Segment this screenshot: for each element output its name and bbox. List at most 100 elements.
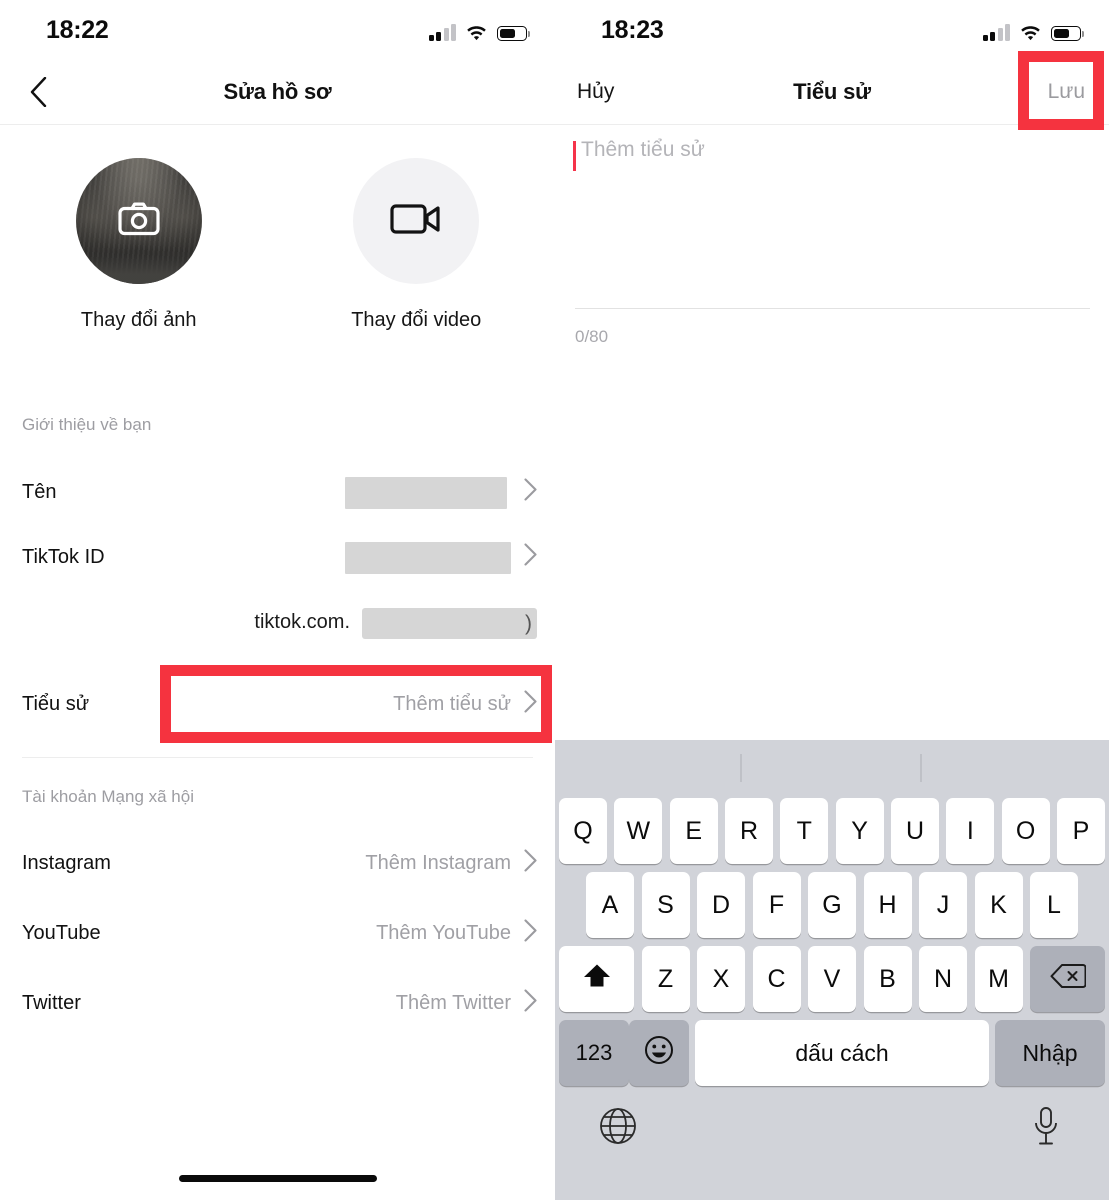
row-bio-label: Tiểu sử (22, 692, 90, 715)
status-icons (982, 17, 1084, 41)
key-p[interactable]: P (1056, 798, 1105, 864)
battery-icon (497, 26, 530, 41)
status-time: 18:22 (46, 16, 109, 44)
cellular-signal-icon (428, 24, 456, 41)
bio-placeholder: Thêm tiểu sử (581, 138, 705, 161)
row-name-value-redacted (345, 477, 507, 509)
camera-icon (118, 202, 160, 241)
section-divider (22, 757, 533, 758)
change-photo-button[interactable]: Thay đổi ảnh (0, 158, 278, 332)
row-twitter-value: Thêm Twitter (395, 991, 511, 1014)
chevron-right-icon (524, 989, 537, 1017)
wifi-icon (465, 24, 488, 41)
keyboard-row-1: Q W E R T Y U I O P (555, 798, 1109, 864)
chevron-right-icon (524, 478, 537, 506)
change-video-label: Thay đổi video (351, 309, 482, 331)
status-bar-right: 18:23 (555, 0, 1109, 58)
key-q[interactable]: Q (559, 798, 607, 864)
key-l[interactable]: L (1030, 872, 1078, 938)
key-k[interactable]: K (974, 872, 1023, 938)
chevron-right-icon (524, 849, 537, 877)
row-youtube-value: Thêm YouTube (376, 921, 511, 944)
keyboard-row-4: 123 dấu cách Nhập (555, 1020, 1109, 1086)
key-f[interactable]: F (752, 872, 801, 938)
predictive-divider (920, 754, 922, 782)
wifi-icon (1019, 24, 1042, 41)
section-label-about: Giới thiệu về bạn (22, 415, 152, 434)
key-z[interactable]: Z (641, 946, 690, 1012)
key-n[interactable]: N (919, 946, 967, 1012)
row-tiktok-id-label: TikTok ID (22, 545, 105, 568)
key-x[interactable]: X (697, 946, 745, 1012)
key-e[interactable]: E (669, 798, 718, 864)
shift-key[interactable] (559, 946, 634, 1012)
key-y[interactable]: Y (835, 798, 884, 864)
nav-bar-left: Sửa hồ sơ (0, 58, 555, 125)
bio-row-highlight (160, 665, 552, 743)
key-m[interactable]: M (974, 946, 1023, 1012)
key-b[interactable]: B (863, 946, 912, 1012)
home-indicator-left[interactable] (178, 1175, 377, 1182)
key-h[interactable]: H (863, 872, 912, 938)
key-t[interactable]: T (780, 798, 829, 864)
edit-profile-screen: 18:22 Sửa hồ sơ Thay đổi ảnh Thay đổi vi… (0, 0, 555, 1200)
keyboard-row-3: Z X C V B N M (555, 946, 1109, 1012)
row-instagram[interactable]: Instagram Thêm Instagram (0, 833, 555, 893)
key-w[interactable]: W (614, 798, 663, 864)
key-c[interactable]: C (752, 946, 801, 1012)
status-time: 18:23 (601, 16, 664, 44)
key-i[interactable]: I (946, 798, 995, 864)
video-circle[interactable] (353, 158, 480, 284)
profile-url-redacted (362, 608, 537, 639)
key-a[interactable]: A (586, 872, 634, 938)
emoji-key[interactable] (629, 1020, 689, 1086)
change-video-button[interactable]: Thay đổi video (278, 158, 556, 332)
status-icons (428, 17, 530, 41)
key-u[interactable]: U (890, 798, 939, 864)
numbers-key[interactable]: 123 (559, 1020, 629, 1086)
avatar-shade (75, 251, 202, 284)
screenshot-root: 18:22 Sửa hồ sơ Thay đổi ảnh Thay đổi vi… (0, 0, 1109, 1200)
row-youtube-label: YouTube (22, 921, 101, 944)
onscreen-keyboard: Q W E R T Y U I O P A S D F G H J K L Z … (555, 740, 1109, 1200)
key-d[interactable]: D (697, 872, 745, 938)
page-title: Sửa hồ sơ (223, 78, 332, 104)
profile-url-prefix: tiktok.com. (254, 611, 350, 633)
cellular-signal-icon (982, 24, 1010, 41)
bio-underline (575, 308, 1090, 309)
keyboard-bottom-bar (555, 1096, 1109, 1166)
dictation-mic-key[interactable] (1018, 1100, 1074, 1156)
predictive-text-bar[interactable] (555, 740, 1109, 792)
shift-arrow-up-icon (582, 962, 612, 997)
avatar[interactable] (75, 158, 202, 284)
microphone-icon (1031, 1106, 1061, 1151)
emoji-smiley-icon (644, 1035, 674, 1072)
globe-language-icon (598, 1106, 638, 1151)
key-j[interactable]: J (919, 872, 967, 938)
row-youtube[interactable]: YouTube Thêm YouTube (0, 903, 555, 963)
row-twitter[interactable]: Twitter Thêm Twitter (0, 973, 555, 1033)
globe-language-key[interactable] (590, 1100, 646, 1156)
key-s[interactable]: S (641, 872, 690, 938)
key-o[interactable]: O (1001, 798, 1050, 864)
row-name-label: Tên (22, 480, 57, 503)
keyboard-row-2: A S D F G H J K L (555, 872, 1109, 938)
change-photo-label: Thay đổi ảnh (80, 309, 197, 331)
row-tiktok-id-value-redacted (345, 542, 511, 574)
backspace-key[interactable] (1030, 946, 1105, 1012)
key-r[interactable]: R (724, 798, 773, 864)
status-bar-left: 18:22 (0, 0, 555, 58)
key-g[interactable]: G (808, 872, 856, 938)
nav-divider-left (0, 124, 555, 125)
row-twitter-label: Twitter (22, 991, 81, 1014)
bio-character-counter: 0/80 (575, 327, 609, 346)
predictive-divider (740, 754, 742, 782)
backspace-delete-icon (1050, 963, 1086, 996)
key-v[interactable]: V (808, 946, 856, 1012)
space-key[interactable]: dấu cách (695, 1020, 989, 1086)
row-instagram-value: Thêm Instagram (365, 851, 511, 874)
chevron-right-icon (524, 919, 537, 947)
section-label-social: Tài khoản Mạng xã hội (22, 787, 194, 806)
enter-key[interactable]: Nhập (995, 1020, 1105, 1086)
row-instagram-label: Instagram (22, 851, 111, 874)
